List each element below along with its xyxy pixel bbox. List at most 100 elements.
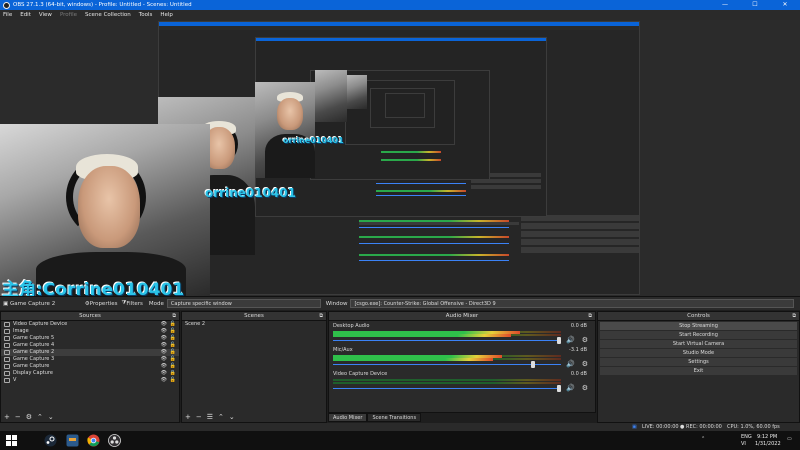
- speaker-icon[interactable]: 🔊: [566, 384, 575, 392]
- menu-profile[interactable]: Profile: [60, 12, 77, 18]
- webcam-feed: [0, 124, 210, 296]
- menu-file[interactable]: File: [3, 12, 12, 18]
- window-select[interactable]: [csgo.exe]: Counter-Strike: Global Offen…: [350, 299, 794, 308]
- volume-fader-knob[interactable]: [557, 337, 561, 344]
- volume-fader[interactable]: [333, 388, 561, 389]
- scenes-header: Scenes ⧉: [182, 312, 326, 321]
- overlay-name-small: orrine010401: [283, 136, 344, 145]
- filters-button[interactable]: Filters: [126, 301, 143, 307]
- selected-source-name: Game Capture 2: [9, 300, 56, 307]
- channel-name: Mic/Aux: [333, 347, 353, 353]
- steam-icon[interactable]: [44, 434, 57, 447]
- menu-view[interactable]: View: [39, 12, 52, 18]
- windows-taskbar: ⌃ ENG VI 9:12 PM 1/31/2022 ▭: [0, 431, 800, 450]
- taskbar-time[interactable]: 9:12 PM: [757, 434, 777, 440]
- add-source-button[interactable]: +: [4, 413, 10, 421]
- notification-icon[interactable]: ▭: [787, 436, 792, 442]
- eye-icon[interactable]: 👁: [161, 349, 167, 356]
- close-button[interactable]: ✕: [770, 0, 800, 10]
- cpu-status: CPU: 1.0%, 60.00 fps: [727, 424, 780, 430]
- source-item[interactable]: Display Capture 👁 🔒: [1, 370, 179, 377]
- speaker-icon[interactable]: 🔊: [566, 360, 575, 368]
- move-down-button[interactable]: ⌄: [48, 413, 54, 421]
- source-item[interactable]: Image 👁 🔓: [1, 328, 179, 335]
- properties-button[interactable]: Properties: [90, 301, 118, 307]
- source-item[interactable]: Game Capture 5 👁 🔓: [1, 335, 179, 342]
- eye-icon[interactable]: 👁: [161, 363, 167, 370]
- unlock-icon[interactable]: 🔓: [170, 335, 176, 342]
- move-up-button[interactable]: ⌃: [37, 413, 43, 421]
- menu-help[interactable]: Help: [160, 12, 173, 18]
- eye-icon[interactable]: 👁: [161, 356, 167, 363]
- source-item[interactable]: Game Capture 👁 🔓: [1, 363, 179, 370]
- unlock-icon[interactable]: 🔓: [170, 356, 176, 363]
- tray-chevron-icon[interactable]: ⌃: [701, 436, 705, 442]
- menu-scene-collection[interactable]: Scene Collection: [85, 12, 131, 18]
- add-scene-button[interactable]: +: [185, 413, 191, 421]
- source-item-selected[interactable]: Game Capture 2 👁 🔓: [1, 349, 179, 356]
- gamepad-icon: ▣: [3, 300, 10, 307]
- sources-footer: + − ⚙ ⌃ ⌄: [1, 412, 179, 422]
- source-item[interactable]: V 👁 🔓: [1, 377, 179, 384]
- gear-icon[interactable]: ⚙: [582, 384, 588, 392]
- menu-edit[interactable]: Edit: [20, 12, 31, 18]
- obs-icon[interactable]: [108, 434, 121, 447]
- eye-icon[interactable]: 👁: [161, 335, 167, 342]
- preview-canvas[interactable]: orrine010401 orrine010401 主角:Corrine0104…: [0, 20, 800, 296]
- windows-start-icon[interactable]: [5, 434, 18, 447]
- speaker-icon[interactable]: 🔊: [566, 336, 575, 344]
- tab-scene-transitions[interactable]: Scene Transitions: [367, 413, 422, 422]
- settings-button[interactable]: Settings: [600, 358, 797, 366]
- stop-streaming-button[interactable]: Stop Streaming: [600, 322, 797, 330]
- lang-sub-indicator[interactable]: VI: [741, 441, 746, 447]
- scene-item[interactable]: Scene 2: [182, 321, 326, 328]
- studio-mode-button[interactable]: Studio Mode: [600, 349, 797, 357]
- scene-move-up-button[interactable]: ⌃: [218, 413, 224, 421]
- tab-audio-mixer[interactable]: Audio Mixer: [328, 413, 368, 422]
- start-recording-button[interactable]: Start Recording: [600, 331, 797, 339]
- channel-db: 0.0 dB: [570, 323, 587, 329]
- volume-fader[interactable]: [333, 364, 561, 365]
- eye-icon[interactable]: 👁: [161, 342, 167, 349]
- eye-icon[interactable]: 👁: [161, 377, 167, 384]
- volume-fader[interactable]: [333, 340, 561, 341]
- chrome-icon[interactable]: [87, 434, 100, 447]
- level-meter: [333, 379, 561, 381]
- webcam-feed-medium: [255, 82, 315, 178]
- volume-fader-knob[interactable]: [531, 361, 535, 368]
- minimize-button[interactable]: —: [710, 0, 740, 10]
- mixer-tab-bar: Audio Mixer Scene Transitions: [328, 413, 422, 422]
- source-properties-gear-icon[interactable]: ⚙: [26, 413, 32, 421]
- obs-logo-icon: [3, 1, 10, 9]
- csgo-icon[interactable]: [66, 434, 79, 447]
- eye-icon[interactable]: 👁: [161, 328, 167, 335]
- eye-icon[interactable]: 👁: [161, 370, 167, 377]
- eye-icon[interactable]: 👁: [161, 321, 167, 328]
- source-item[interactable]: Game Capture 3 👁 🔓: [1, 356, 179, 363]
- unlock-icon[interactable]: 🔓: [170, 349, 176, 356]
- unlock-icon[interactable]: 🔓: [170, 328, 176, 335]
- exit-button[interactable]: Exit: [600, 367, 797, 375]
- mode-select[interactable]: Capture specific window: [166, 299, 321, 308]
- remove-source-button[interactable]: −: [15, 413, 21, 421]
- gear-icon[interactable]: ⚙: [582, 360, 588, 368]
- menu-tools[interactable]: Tools: [139, 12, 153, 18]
- unlock-icon[interactable]: 🔓: [170, 377, 176, 384]
- start-virtual-camera-button[interactable]: Start Virtual Camera: [600, 340, 797, 348]
- remove-scene-button[interactable]: −: [196, 413, 202, 421]
- taskbar-date[interactable]: 1/31/2022: [755, 441, 781, 447]
- scene-filters-icon[interactable]: ☰: [207, 413, 213, 421]
- lock-icon[interactable]: 🔒: [170, 370, 176, 377]
- source-item[interactable]: Video Capture Device 👁 🔓: [1, 321, 179, 328]
- source-item[interactable]: Game Capture 4 👁 🔓: [1, 342, 179, 349]
- overlay-name-medium: orrine010401: [205, 186, 296, 200]
- unlock-icon[interactable]: 🔓: [170, 363, 176, 370]
- unlock-icon[interactable]: 🔓: [170, 342, 176, 349]
- lang-indicator[interactable]: ENG: [741, 434, 752, 440]
- scene-move-down-button[interactable]: ⌄: [229, 413, 235, 421]
- text-icon: [4, 378, 10, 383]
- unlock-icon[interactable]: 🔓: [170, 321, 176, 328]
- volume-fader-knob[interactable]: [557, 385, 561, 392]
- gear-icon[interactable]: ⚙: [582, 336, 588, 344]
- maximize-button[interactable]: ☐: [740, 0, 770, 10]
